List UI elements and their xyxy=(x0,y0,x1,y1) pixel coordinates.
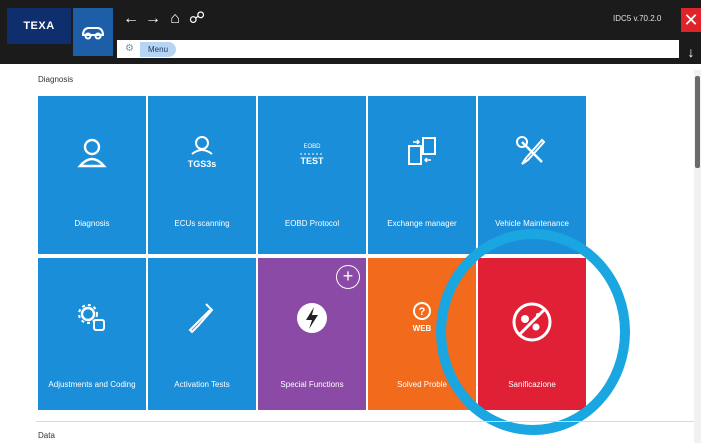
breadcrumb-menu[interactable]: Menu xyxy=(140,42,177,57)
tile-ecus-scanning[interactable]: TGS3s ECUs scanning xyxy=(148,96,256,254)
car-icon xyxy=(81,27,105,40)
svg-text:TGS3s: TGS3s xyxy=(188,159,217,169)
add-favorite-button[interactable]: + xyxy=(336,265,360,289)
svg-text:WEB: WEB xyxy=(413,324,432,333)
back-arrow-icon[interactable]: ← xyxy=(122,10,140,28)
tile-label: ECUs scanning xyxy=(174,218,230,228)
scrollbar-thumb[interactable] xyxy=(695,76,700,168)
tile-vehicle-maintenance[interactable]: Vehicle Maintenance xyxy=(478,96,586,254)
wrench-screwdriver-icon xyxy=(516,136,546,165)
tile-diagnosis[interactable]: Diagnosis xyxy=(38,96,146,254)
activation-probe-icon xyxy=(188,303,214,334)
breadcrumb-home-icon[interactable]: ⚙ xyxy=(125,43,137,55)
tile-label: Vehicle Maintenance xyxy=(495,218,569,228)
no-virus-icon xyxy=(512,302,552,342)
diagnosis-magnifier-icon xyxy=(77,138,107,168)
texa-logo: TEXA xyxy=(7,8,71,44)
svg-text:EOBD: EOBD xyxy=(303,144,321,150)
tile-label: Exchange manager xyxy=(387,218,457,228)
tile-exchange-manager[interactable]: Exchange manager xyxy=(368,96,476,254)
section-title-diagnosis: Diagnosis xyxy=(38,75,74,84)
download-arrow-icon[interactable]: ↓ xyxy=(681,40,701,64)
tile-label: Adjustments and Coding xyxy=(48,379,136,389)
tile-label: Activation Tests xyxy=(174,379,230,389)
tile-label: EOBD Protocol xyxy=(284,218,340,228)
section-title-data: Data xyxy=(38,431,55,440)
tile-label: Special Functions xyxy=(280,379,344,389)
version-label: IDC5 v.70.2.0 xyxy=(613,14,662,23)
tile-solved-problems[interactable]: ? WEB Solved Proble xyxy=(368,258,476,410)
tgs3s-scan-icon: TGS3s xyxy=(188,136,217,169)
tile-sanificazione[interactable]: Sanificazione xyxy=(478,258,586,410)
lightning-bolt-icon xyxy=(297,303,327,333)
tile-label: Solved Proble xyxy=(397,379,447,389)
eobd-test-icon: EOBD TEST xyxy=(300,144,324,166)
tile-adjustments-coding[interactable]: Adjustments and Coding xyxy=(38,258,146,410)
vehicle-button[interactable] xyxy=(73,8,113,56)
home-icon[interactable]: ⌂ xyxy=(166,10,184,28)
svg-text:?: ? xyxy=(419,306,426,318)
exchange-manager-icon xyxy=(408,137,436,165)
tile-eobd-protocol[interactable]: EOBD TEST EOBD Protocol xyxy=(258,96,366,254)
web-question-icon: ? WEB xyxy=(413,302,432,333)
link-icon[interactable]: ☍ xyxy=(188,10,206,28)
divider xyxy=(36,421,694,422)
tile-label: Diagnosis xyxy=(74,218,110,228)
forward-arrow-icon[interactable]: → xyxy=(144,10,162,28)
tile-activation-tests[interactable]: Activation Tests xyxy=(148,258,256,410)
svg-text:TEST: TEST xyxy=(300,156,324,166)
tile-label: Sanificazione xyxy=(508,379,556,389)
close-button[interactable]: ✕ xyxy=(681,8,701,32)
gears-icon xyxy=(78,304,105,331)
breadcrumb-bar xyxy=(117,40,679,58)
